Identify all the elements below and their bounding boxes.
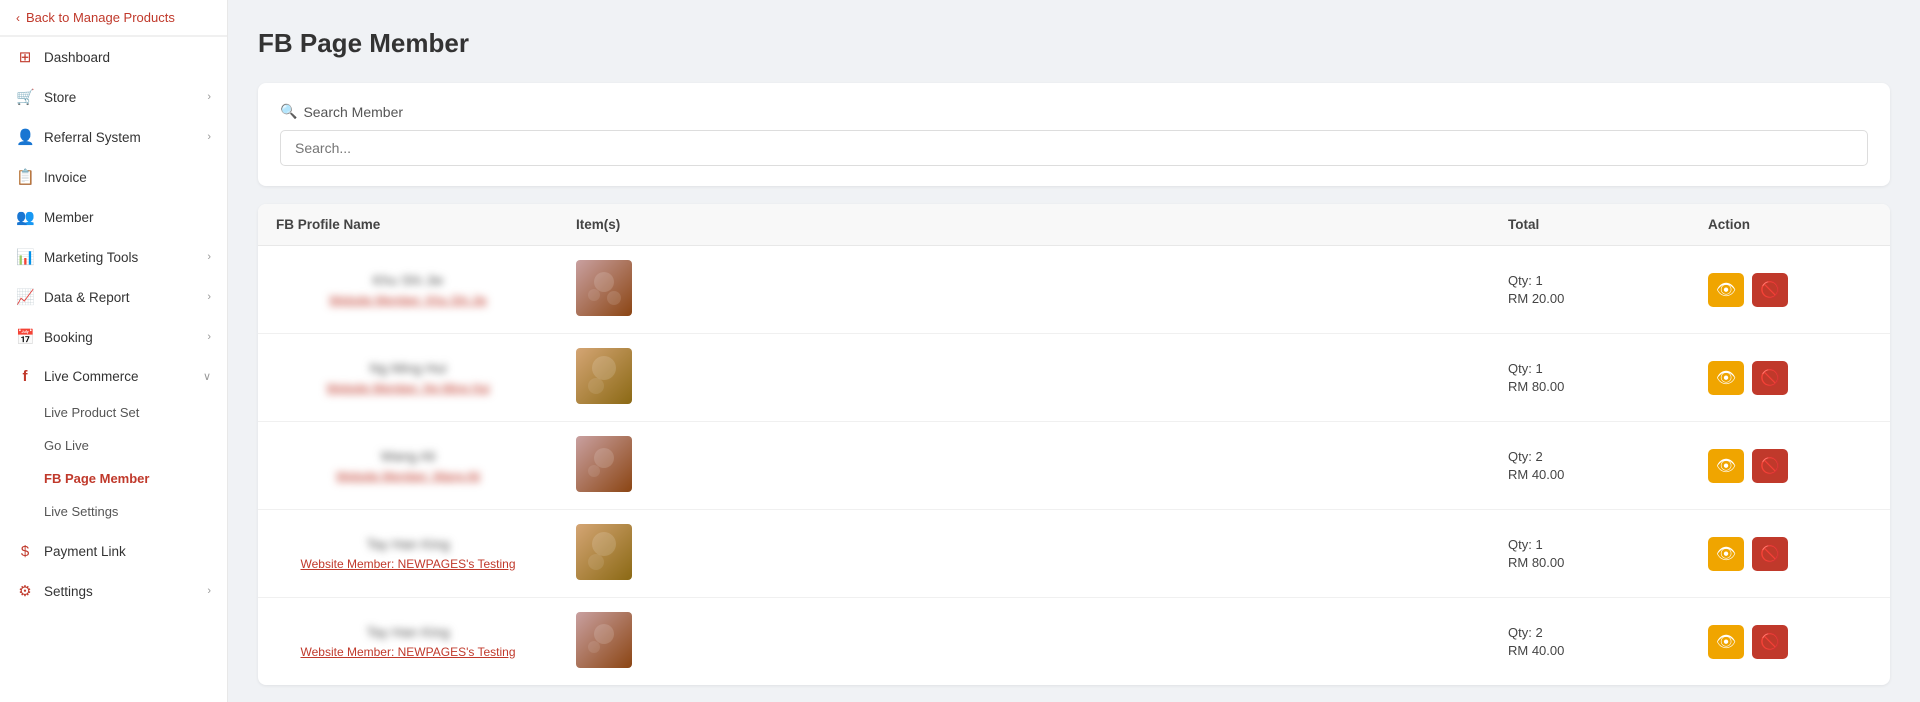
sidebar-sub-item-fb-page-member[interactable]: FB Page Member xyxy=(0,462,227,495)
store-icon: 🛒 xyxy=(16,88,34,106)
cancel-button[interactable]: 🚫 xyxy=(1752,449,1788,483)
page-title: FB Page Member xyxy=(258,28,1890,59)
cancel-button[interactable]: 🚫 xyxy=(1752,537,1788,571)
booking-icon: 📅 xyxy=(16,328,34,346)
view-button[interactable]: 👁 xyxy=(1708,361,1744,395)
back-to-manage-products[interactable]: ‹ Back to Manage Products xyxy=(0,0,227,36)
cell-action: 👁 🚫 xyxy=(1690,611,1890,673)
table-row: Ng Ming Hui Website Member: Ng Ming Hui … xyxy=(258,334,1890,422)
cell-profile-name: Ng Ming Hui Website Member: Ng Ming Hui xyxy=(258,346,558,409)
facebook-icon: f xyxy=(16,368,34,385)
cell-total: Qty: 2 RM 40.00 xyxy=(1490,611,1690,672)
sidebar-item-live-commerce[interactable]: f Live Commerce ∨ xyxy=(0,357,227,396)
cell-action: 👁 🚫 xyxy=(1690,435,1890,497)
col-fb-profile-name: FB Profile Name xyxy=(258,204,558,245)
col-total: Total xyxy=(1490,204,1690,245)
item-thumbnail xyxy=(576,348,632,404)
col-items: Item(s) xyxy=(558,204,1490,245)
cell-total: Qty: 1 RM 80.00 xyxy=(1490,347,1690,408)
member-icon: 👥 xyxy=(16,208,34,226)
member-link[interactable]: Website Member: Ng Ming Hui xyxy=(326,381,489,395)
chevron-right-icon: › xyxy=(207,251,211,263)
cell-profile-name: Tay Han King Website Member: NEWPAGES's … xyxy=(258,522,558,585)
invoice-icon: 📋 xyxy=(16,168,34,186)
chevron-right-icon: › xyxy=(207,585,211,597)
cancel-button[interactable]: 🚫 xyxy=(1752,361,1788,395)
payment-icon: $ xyxy=(16,543,34,560)
search-card: 🔍 Search Member xyxy=(258,83,1890,186)
sidebar-nav: ⊞ Dashboard 🛒 Store › 👤 Referral System … xyxy=(0,36,227,611)
item-thumbnail xyxy=(576,612,632,668)
cell-profile-name: Khu Shi Jie Website Member: Khu Shi Jie xyxy=(258,258,558,321)
cell-items xyxy=(558,422,1490,509)
search-icon: 🔍 xyxy=(280,103,297,120)
members-table: FB Profile Name Item(s) Total Action Khu… xyxy=(258,204,1890,685)
view-button[interactable]: 👁 xyxy=(1708,273,1744,307)
member-link[interactable]: Website Member: NEWPAGES's Testing xyxy=(300,645,515,659)
member-name: Wang Ali xyxy=(276,448,540,464)
sidebar-item-payment-link[interactable]: $ Payment Link xyxy=(0,532,227,571)
table-row: Tay Han King Website Member: NEWPAGES's … xyxy=(258,598,1890,685)
member-link[interactable]: Website Member: Khu Shi Jie xyxy=(329,293,487,307)
sidebar-sub-item-live-settings[interactable]: Live Settings xyxy=(0,495,227,528)
sidebar: ‹ Back to Manage Products ⊞ Dashboard 🛒 … xyxy=(0,0,228,702)
member-name: Khu Shi Jie xyxy=(276,272,540,288)
view-button[interactable]: 👁 xyxy=(1708,537,1744,571)
sidebar-item-store[interactable]: 🛒 Store › xyxy=(0,77,227,117)
cell-items xyxy=(558,246,1490,333)
sidebar-item-dashboard[interactable]: ⊞ Dashboard xyxy=(0,37,227,77)
sidebar-item-marketing[interactable]: 📊 Marketing Tools › xyxy=(0,237,227,277)
view-button[interactable]: 👁 xyxy=(1708,449,1744,483)
sidebar-item-member[interactable]: 👥 Member xyxy=(0,197,227,237)
search-label: 🔍 Search Member xyxy=(280,103,1868,120)
member-link[interactable]: Website Member: NEWPAGES's Testing xyxy=(300,557,515,571)
chevron-left-icon: ‹ xyxy=(16,11,20,25)
referral-icon: 👤 xyxy=(16,128,34,146)
sidebar-item-data[interactable]: 📈 Data & Report › xyxy=(0,277,227,317)
cancel-button[interactable]: 🚫 xyxy=(1752,273,1788,307)
member-link[interactable]: Website Member: Wang Ali xyxy=(336,469,480,483)
table-row: Tay Han King Website Member: NEWPAGES's … xyxy=(258,510,1890,598)
cell-items xyxy=(558,598,1490,685)
item-thumbnail xyxy=(576,260,632,316)
sidebar-item-booking[interactable]: 📅 Booking › xyxy=(0,317,227,357)
settings-icon: ⚙ xyxy=(16,582,34,600)
cell-action: 👁 🚫 xyxy=(1690,347,1890,409)
cell-profile-name: Wang Ali Website Member: Wang Ali xyxy=(258,434,558,497)
cell-total: Qty: 1 RM 80.00 xyxy=(1490,523,1690,584)
table-row: Wang Ali Website Member: Wang Ali Qty: 2… xyxy=(258,422,1890,510)
item-thumbnail xyxy=(576,524,632,580)
cell-items xyxy=(558,510,1490,597)
member-name: Tay Han King xyxy=(276,536,540,552)
cell-total: Qty: 2 RM 40.00 xyxy=(1490,435,1690,496)
item-thumbnail xyxy=(576,436,632,492)
sidebar-sub-item-live-product-set[interactable]: Live Product Set xyxy=(0,396,227,429)
col-action: Action xyxy=(1690,204,1890,245)
chevron-right-icon: › xyxy=(207,91,211,103)
table-header: FB Profile Name Item(s) Total Action xyxy=(258,204,1890,246)
chevron-down-icon: ∨ xyxy=(203,370,211,383)
view-button[interactable]: 👁 xyxy=(1708,625,1744,659)
member-name: Ng Ming Hui xyxy=(276,360,540,376)
member-name: Tay Han King xyxy=(276,624,540,640)
marketing-icon: 📊 xyxy=(16,248,34,266)
cell-total: Qty: 1 RM 20.00 xyxy=(1490,259,1690,320)
sidebar-item-invoice[interactable]: 📋 Invoice xyxy=(0,157,227,197)
cell-items xyxy=(558,334,1490,421)
chevron-right-icon: › xyxy=(207,291,211,303)
sidebar-item-settings[interactable]: ⚙ Settings › xyxy=(0,571,227,611)
data-icon: 📈 xyxy=(16,288,34,306)
table-row: Khu Shi Jie Website Member: Khu Shi Jie … xyxy=(258,246,1890,334)
chevron-right-icon: › xyxy=(207,331,211,343)
dashboard-icon: ⊞ xyxy=(16,48,34,66)
sidebar-item-referral[interactable]: 👤 Referral System › xyxy=(0,117,227,157)
chevron-right-icon: › xyxy=(207,131,211,143)
cell-profile-name: Tay Han King Website Member: NEWPAGES's … xyxy=(258,610,558,673)
cell-action: 👁 🚫 xyxy=(1690,259,1890,321)
cell-action: 👁 🚫 xyxy=(1690,523,1890,585)
sidebar-sub-item-go-live[interactable]: Go Live xyxy=(0,429,227,462)
cancel-button[interactable]: 🚫 xyxy=(1752,625,1788,659)
main-content: FB Page Member 🔍 Search Member FB Profil… xyxy=(228,0,1920,702)
search-input[interactable] xyxy=(280,130,1868,166)
